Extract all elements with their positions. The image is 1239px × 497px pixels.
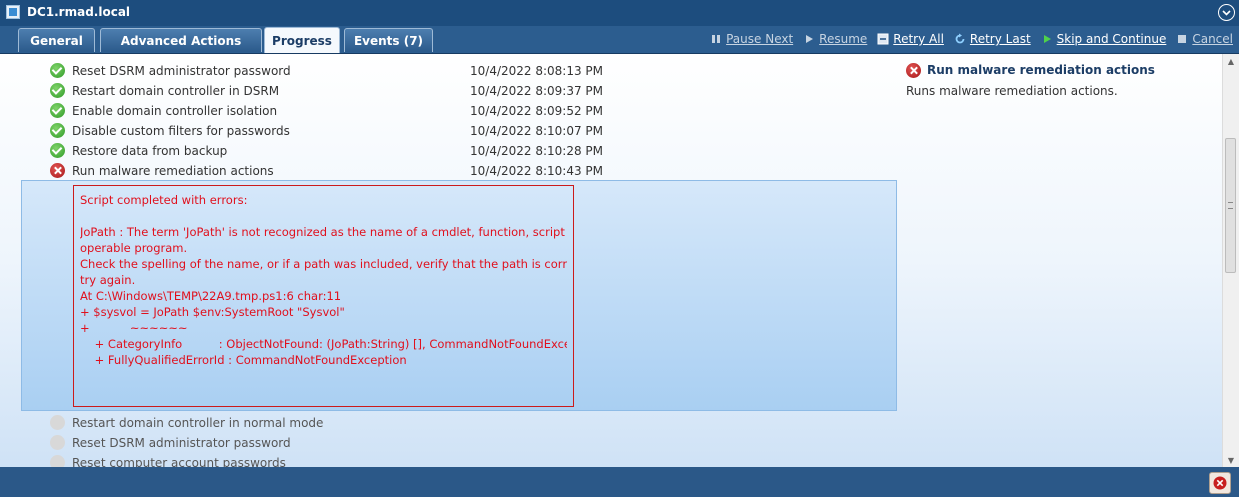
step-row[interactable]: Restart domain controller in DSRM 10/4/2…: [50, 82, 610, 100]
error-line: [80, 208, 567, 224]
check-circle-icon: [50, 143, 65, 158]
error-line: + CategoryInfo : ObjectNotFound: (JoPath…: [80, 337, 567, 351]
check-circle-icon: [50, 123, 65, 138]
x-circle-icon: [50, 163, 65, 178]
grip-icon: [1228, 202, 1233, 209]
pause-next-button[interactable]: Pause Next: [710, 30, 793, 48]
bottom-bar: [0, 467, 1239, 497]
step-label: Run malware remediation actions: [72, 164, 274, 178]
step-row[interactable]: Restore data from backup 10/4/2022 8:10:…: [50, 142, 610, 160]
step-row-error[interactable]: Run malware remediation actions 10/4/202…: [50, 162, 610, 180]
retry-all-label: Retry All: [893, 32, 944, 46]
tab-advanced-actions[interactable]: Advanced Actions: [100, 28, 262, 52]
skip-and-continue-label: Skip and Continue: [1056, 32, 1167, 46]
check-circle-icon: [50, 63, 65, 78]
pause-icon: [710, 33, 722, 45]
error-line: + FullyQualifiedErrorId : CommandNotFoun…: [80, 353, 407, 367]
error-line: JoPath : The term 'JoPath' is not recogn…: [80, 225, 567, 239]
vertical-scrollbar[interactable]: ▲ ▼: [1222, 54, 1239, 467]
retry-all-button[interactable]: Retry All: [877, 30, 944, 48]
step-time: 10/4/2022 8:10:28 PM: [470, 144, 604, 158]
resume-label: Resume: [819, 32, 868, 46]
check-circle-icon: [50, 103, 65, 118]
step-label: Enable domain controller isolation: [72, 104, 278, 118]
error-details-row[interactable]: Script completed with errors: JoPath : T…: [21, 180, 897, 411]
step-time: 10/4/2022 8:10:43 PM: [470, 164, 604, 178]
pending-circle-icon: [50, 415, 65, 430]
scroll-down-icon[interactable]: ▼: [1223, 453, 1239, 467]
retry-all-icon: [877, 33, 889, 45]
skip-icon: [1041, 33, 1053, 45]
skip-and-continue-button[interactable]: Skip and Continue: [1041, 30, 1167, 48]
cancel-button[interactable]: Cancel: [1176, 30, 1233, 48]
detail-title: Run malware remediation actions: [906, 62, 1155, 78]
step-label: Restore data from backup: [72, 144, 228, 158]
cancel-label: Cancel: [1192, 32, 1233, 46]
window-titlebar: DC1.rmad.local: [0, 0, 1239, 26]
step-label: Disable custom filters for passwords: [72, 124, 290, 138]
pending-circle-icon: [50, 435, 65, 450]
tab-general[interactable]: General: [18, 28, 95, 52]
x-circle-icon: [906, 63, 921, 78]
error-line: Script completed with errors:: [80, 193, 248, 207]
tab-strip: General Advanced Actions Progress Events…: [0, 26, 1239, 54]
detail-title-text: Run malware remediation actions: [927, 62, 1155, 77]
step-label: Restart domain controller in DSRM: [72, 84, 280, 98]
step-label: Reset DSRM administrator password: [72, 436, 291, 450]
step-row-pending[interactable]: Restart domain controller in normal mode: [50, 414, 610, 432]
pause-next-label: Pause Next: [726, 32, 794, 46]
scroll-up-icon[interactable]: ▲: [1223, 54, 1239, 68]
error-line: + $sysvol = JoPath $env:SystemRoot "Sysv…: [80, 305, 345, 319]
scrollbar-thumb[interactable]: [1225, 138, 1236, 273]
step-time: 10/4/2022 8:10:07 PM: [470, 124, 604, 138]
tab-progress[interactable]: Progress: [264, 27, 340, 53]
close-button[interactable]: [1209, 472, 1231, 494]
step-time: 10/4/2022 8:09:52 PM: [470, 104, 604, 118]
resume-button[interactable]: Resume: [803, 30, 867, 48]
retry-last-label: Retry Last: [969, 32, 1031, 46]
retry-last-button[interactable]: Retry Last: [954, 30, 1031, 48]
step-time: 10/4/2022 8:08:13 PM: [470, 64, 604, 78]
step-label: Reset computer account passwords: [72, 456, 286, 467]
stop-icon: [1176, 33, 1188, 45]
tab-events[interactable]: Events (7): [344, 28, 433, 52]
progress-panel: Reset DSRM administrator password 10/4/2…: [0, 54, 1239, 467]
play-icon: [803, 33, 815, 45]
app-icon: [6, 5, 20, 19]
step-row[interactable]: Reset DSRM administrator password 10/4/2…: [50, 62, 610, 80]
close-icon: [1213, 476, 1227, 490]
pending-circle-icon: [50, 455, 65, 467]
step-row-pending[interactable]: Reset computer account passwords: [50, 454, 610, 467]
error-line: At C:\Windows\TEMP\22A9.tmp.ps1:6 char:1…: [80, 289, 342, 303]
step-row-pending[interactable]: Reset DSRM administrator password: [50, 434, 610, 452]
step-label: Reset DSRM administrator password: [72, 64, 291, 78]
window-title: DC1.rmad.local: [27, 5, 131, 19]
check-circle-icon: [50, 83, 65, 98]
step-row[interactable]: Enable domain controller isolation 10/4/…: [50, 102, 610, 120]
step-time: 10/4/2022 8:09:37 PM: [470, 84, 604, 98]
error-message-box: Script completed with errors: JoPath : T…: [73, 185, 574, 407]
detail-description: Runs malware remediation actions.: [906, 84, 1118, 98]
error-line: Check the spelling of the name, or if a …: [80, 257, 567, 271]
error-line: try again.: [80, 273, 136, 287]
error-line: + ~~~~~~: [80, 321, 188, 335]
step-row[interactable]: Disable custom filters for passwords 10/…: [50, 122, 610, 140]
collapse-icon[interactable]: [1218, 4, 1235, 21]
error-line: operable program.: [80, 241, 188, 255]
step-label: Restart domain controller in normal mode: [72, 416, 324, 430]
action-toolbar: Pause Next Resume Retry All Retry Last S…: [700, 30, 1233, 48]
retry-icon: [954, 33, 966, 45]
